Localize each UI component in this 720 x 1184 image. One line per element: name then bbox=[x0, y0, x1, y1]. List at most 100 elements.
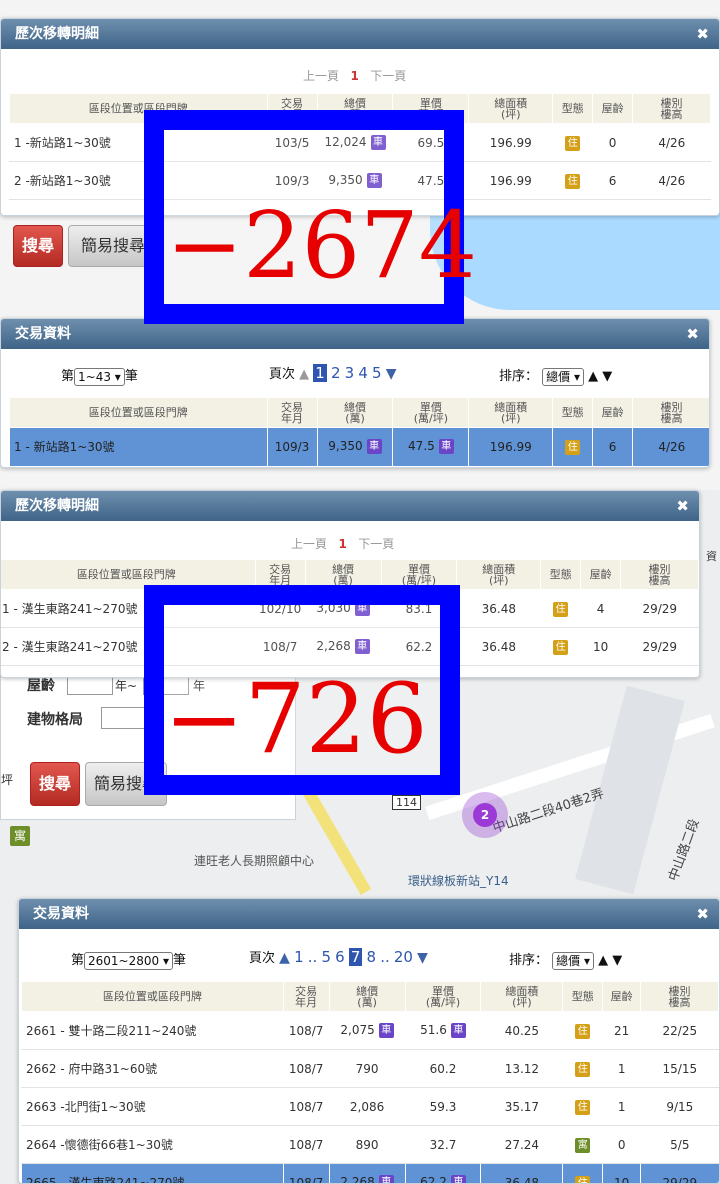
cell-age: 0 bbox=[602, 1125, 641, 1164]
close-icon[interactable]: ✖ bbox=[676, 491, 689, 521]
cell-age: 1 bbox=[602, 1049, 641, 1088]
col-date[interactable]: 交易 年月 bbox=[266, 397, 318, 428]
history-pager: 上一頁 1 下一頁 bbox=[303, 67, 406, 84]
page-down-icon[interactable]: ▼ bbox=[386, 366, 397, 382]
cell-age: 1 bbox=[602, 1087, 641, 1126]
col-age[interactable]: 屋齡 bbox=[592, 397, 634, 428]
sort-select[interactable]: 總價 ▾ bbox=[552, 951, 595, 970]
table-row[interactable]: 2664 -懷德街66巷1~30號 108/7 890 32.7 27.24 寓… bbox=[21, 1125, 719, 1164]
col-unit[interactable]: 單價 (萬/坪) bbox=[392, 397, 470, 428]
col-age[interactable]: 屋齡 bbox=[592, 93, 634, 124]
table-row[interactable]: 2661 - 雙十路二段211~240號 108/7 2,075 車 51.6 車 … bbox=[21, 1011, 719, 1050]
cell-area: 13.12 bbox=[480, 1049, 563, 1088]
col-type[interactable]: 型態 bbox=[540, 559, 582, 590]
apartment-icon: 寓 bbox=[575, 1137, 591, 1153]
page-down-icon[interactable]: ▼ bbox=[417, 950, 428, 966]
sort-asc-icon[interactable]: ▲ bbox=[598, 953, 608, 968]
table-row[interactable]: 2663 -北門街1~30號 108/7 2,086 59.3 35.17 住 … bbox=[21, 1087, 719, 1126]
page-link-3[interactable]: 3 bbox=[345, 364, 355, 382]
col-area[interactable]: 總面積 (坪) bbox=[468, 397, 554, 428]
sort-asc-icon[interactable]: ▲ bbox=[588, 369, 598, 384]
col-age[interactable]: 屋齡 bbox=[602, 981, 642, 1012]
cell-date: 108/7 bbox=[282, 1049, 330, 1088]
sort-select[interactable]: 總價 ▾ bbox=[542, 367, 585, 386]
close-icon[interactable]: ✖ bbox=[686, 319, 699, 349]
prev-page-link[interactable]: 上一頁 bbox=[291, 537, 327, 551]
close-icon[interactable]: ✖ bbox=[696, 19, 709, 49]
col-address[interactable]: 區段位置或區段門牌 bbox=[21, 981, 284, 1012]
range-selector: 第 2601~2800 ▾ 筆 bbox=[71, 949, 186, 970]
age-from-input[interactable] bbox=[67, 677, 113, 695]
car-icon[interactable]: 車 bbox=[378, 1023, 394, 1038]
cell-area: 27.24 bbox=[480, 1125, 563, 1164]
col-area[interactable]: 總面積 (坪) bbox=[456, 559, 542, 590]
page-link-5[interactable]: 5 bbox=[372, 364, 382, 382]
search-button[interactable]: 搜尋 bbox=[13, 225, 63, 267]
residence-icon: 住 bbox=[565, 173, 581, 189]
page-link-20[interactable]: 20 bbox=[394, 948, 413, 966]
cell-date: 109/3 bbox=[266, 427, 318, 466]
car-icon[interactable]: 車 bbox=[450, 1023, 466, 1038]
unit-value: 47.5 bbox=[408, 439, 435, 454]
page-link-2[interactable]: 2 bbox=[331, 364, 341, 382]
range-select[interactable]: 2601~2800 ▾ bbox=[84, 951, 173, 970]
col-total[interactable]: 總價 (萬) bbox=[328, 981, 406, 1012]
sort-label: 排序： bbox=[509, 953, 549, 968]
cell-floor: 29/29 bbox=[620, 589, 699, 628]
page-up-icon[interactable]: ▲ bbox=[279, 950, 290, 966]
apartment-marker-icon[interactable]: 寓 bbox=[10, 826, 30, 846]
page-link-4[interactable]: 4 bbox=[358, 364, 368, 382]
cell-total: 2,268 車 bbox=[328, 1163, 406, 1183]
cell-total: 890 bbox=[328, 1125, 406, 1164]
col-address[interactable]: 區段位置或區段門牌 bbox=[9, 397, 268, 428]
search-button[interactable]: 搜尋 bbox=[30, 762, 80, 806]
page-up-icon[interactable]: ▲ bbox=[299, 367, 309, 382]
col-area[interactable]: 總面積 (坪) bbox=[468, 93, 554, 124]
col-date[interactable]: 交易 年月 bbox=[282, 981, 330, 1012]
page-link-7[interactable]: 7 bbox=[348, 948, 363, 966]
col-unit[interactable]: 單價 (萬/坪) bbox=[404, 981, 482, 1012]
close-icon[interactable]: ✖ bbox=[696, 899, 709, 929]
next-page-link[interactable]: 下一頁 bbox=[370, 69, 406, 83]
sort-label: 排序： bbox=[499, 369, 539, 384]
col-total[interactable]: 總價 (萬) bbox=[316, 397, 394, 428]
prev-page-link[interactable]: 上一頁 bbox=[303, 69, 339, 83]
sort-desc-icon[interactable]: ▼ bbox=[602, 369, 612, 384]
sort-desc-icon[interactable]: ▼ bbox=[612, 953, 622, 968]
sort-control: 排序： 總價 ▾ ▲ ▼ bbox=[499, 365, 612, 386]
car-icon[interactable]: 車 bbox=[450, 1175, 466, 1183]
car-icon[interactable]: 車 bbox=[366, 439, 382, 455]
car-icon[interactable]: 車 bbox=[438, 439, 454, 455]
page-link-6[interactable]: 6 bbox=[335, 948, 345, 966]
col-floor[interactable]: 樓別 樓高 bbox=[632, 397, 709, 428]
cell-address: 2664 -懷德街66巷1~30號 bbox=[21, 1125, 284, 1164]
col-floor[interactable]: 樓別 樓高 bbox=[632, 93, 711, 124]
trade-title: 交易資料 bbox=[33, 906, 89, 922]
sort-value: 總價 bbox=[556, 953, 581, 968]
page-link-8[interactable]: 8 bbox=[367, 948, 377, 966]
col-area[interactable]: 總面積 (坪) bbox=[480, 981, 564, 1012]
table-row[interactable]: 2662 - 府中路31~60號 108/7 790 60.2 13.12 住 … bbox=[21, 1049, 719, 1088]
col-type[interactable]: 型態 bbox=[552, 93, 594, 124]
cell-area: 36.48 bbox=[456, 589, 541, 628]
map-cluster-marker[interactable]: 2 bbox=[462, 792, 508, 838]
range-select[interactable]: 1~43 ▾ bbox=[74, 367, 125, 386]
page-link-5[interactable]: 5 bbox=[321, 948, 331, 966]
history-title: 歷次移轉明細 bbox=[15, 498, 99, 514]
col-type[interactable]: 型態 bbox=[552, 397, 594, 428]
cell-age: 10 bbox=[602, 1163, 641, 1183]
col-floor[interactable]: 樓別 樓高 bbox=[620, 559, 699, 590]
col-type[interactable]: 型態 bbox=[562, 981, 604, 1012]
car-icon[interactable]: 車 bbox=[378, 1175, 394, 1183]
table-row-selected[interactable]: 1 - 新站路1~30號 109/3 9,350 車 47.5 車 196.99 住… bbox=[9, 427, 709, 466]
page-nav: 頁次 ▲ 1 2 3 4 5 ▼ bbox=[269, 363, 397, 382]
table-row-selected[interactable]: 2665 - 漢生東路241~270號 108/7 2,268 車 62.2 車 3… bbox=[21, 1163, 719, 1183]
residence-icon: 住 bbox=[565, 135, 581, 151]
next-page-link[interactable]: 下一頁 bbox=[358, 537, 394, 551]
page-link-1[interactable]: 1 bbox=[294, 948, 304, 966]
col-age[interactable]: 屋齡 bbox=[580, 559, 622, 590]
page-nav: 頁次 ▲ 1 .. 5 6 7 8 .. 20 ▼ bbox=[249, 947, 428, 966]
page-link-1[interactable]: 1 bbox=[313, 364, 327, 382]
cell-type: 寓 bbox=[562, 1125, 603, 1164]
col-floor[interactable]: 樓別 樓高 bbox=[640, 981, 719, 1012]
